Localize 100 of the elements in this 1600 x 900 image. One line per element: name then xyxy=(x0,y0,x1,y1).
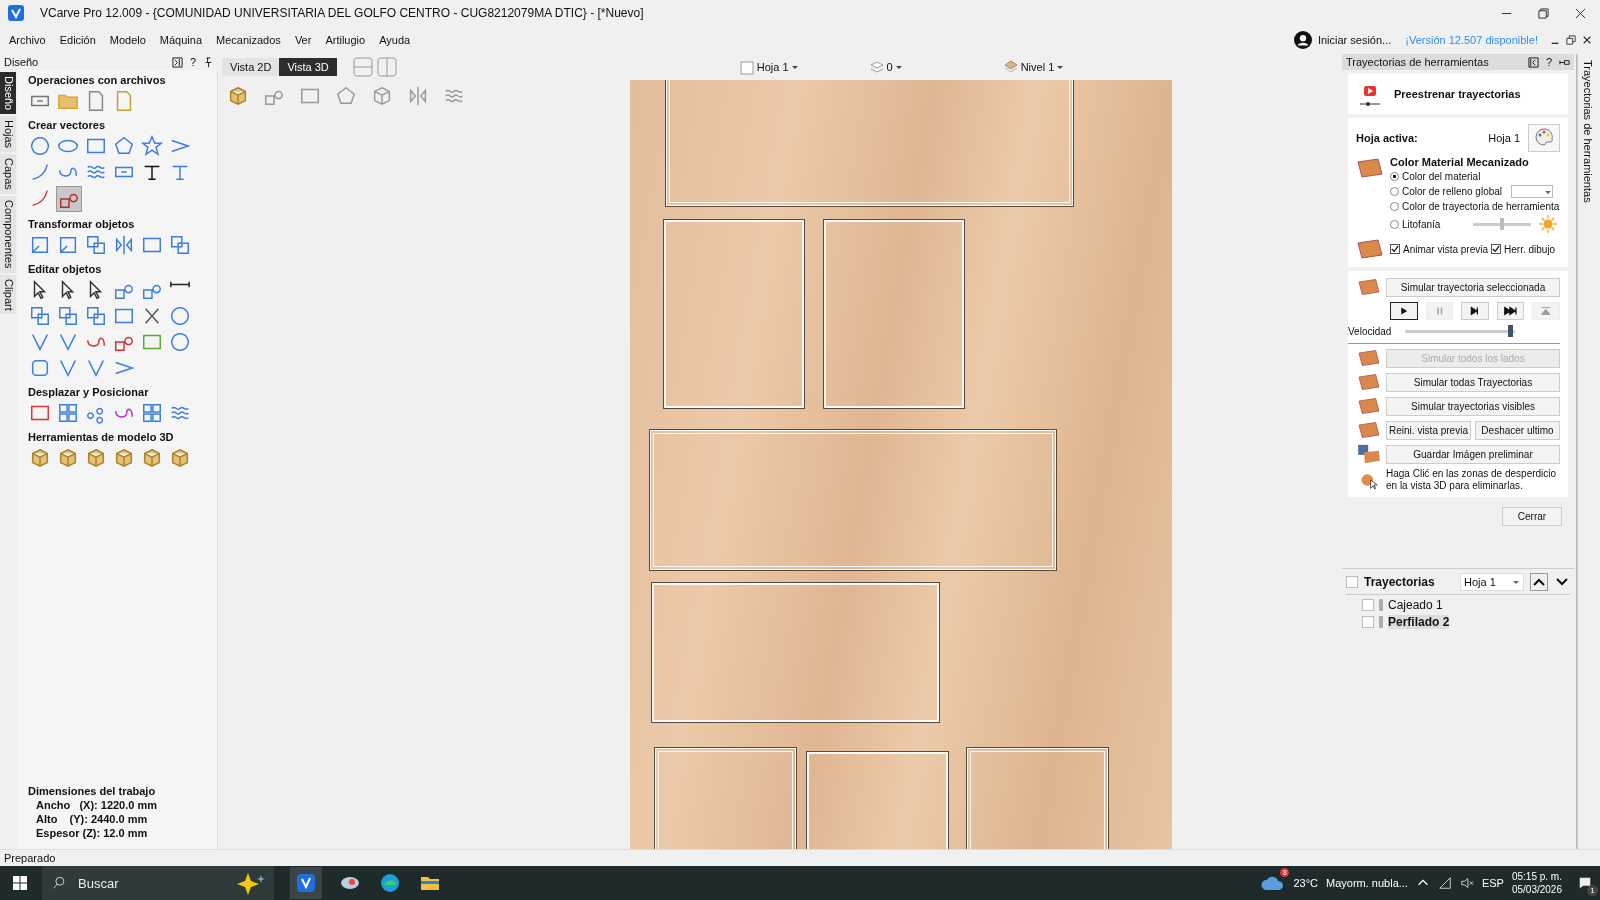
menu-item[interactable]: Archivo xyxy=(9,34,46,46)
checkbox[interactable] xyxy=(1362,599,1374,611)
pause-button[interactable] xyxy=(1425,302,1454,320)
checkbox[interactable] xyxy=(1390,244,1400,254)
menu-item[interactable]: Modelo xyxy=(109,34,146,46)
temperature[interactable]: 23°C xyxy=(1293,877,1318,889)
fill-color-dropdown[interactable] xyxy=(1511,185,1554,198)
vcarve-taskbar-icon[interactable] xyxy=(290,867,322,899)
restore-icon[interactable] xyxy=(1566,35,1576,45)
toolpath-item[interactable]: Cajeado 1 xyxy=(1388,598,1443,612)
simulate-button[interactable]: Simular trayectorias visibles xyxy=(1386,396,1560,416)
split-vertical-icon[interactable] xyxy=(376,57,397,77)
clock-date[interactable]: 05/03/2026 xyxy=(1511,884,1562,895)
array-icon[interactable] xyxy=(56,401,80,425)
checkmark-icon xyxy=(1391,245,1399,253)
close-icon[interactable] xyxy=(1582,35,1592,45)
menu-item[interactable]: Edición xyxy=(59,34,96,46)
sheet-icon xyxy=(738,59,755,75)
browser-taskbar-icon[interactable] xyxy=(378,871,402,895)
radio-button[interactable] xyxy=(1390,187,1399,196)
collapse-panel-icon[interactable] xyxy=(1527,56,1539,68)
close-button[interactable]: Cerrar xyxy=(1502,507,1562,526)
menu-item[interactable]: Ayuda xyxy=(379,34,411,46)
speed-slider-thumb[interactable] xyxy=(1508,325,1514,337)
caret-icon[interactable] xyxy=(894,63,903,71)
save-preview-button[interactable]: Guardar Imágen preliminar xyxy=(1386,444,1560,464)
side-tab[interactable]: Diseño xyxy=(0,72,16,115)
expand-panel-icon[interactable] xyxy=(171,56,183,68)
weld-icon[interactable] xyxy=(28,304,52,328)
checkbox[interactable] xyxy=(1491,244,1502,254)
menu-item[interactable]: Ver xyxy=(294,34,312,46)
preview-button[interactable]: Deshacer ultimo xyxy=(1475,420,1560,440)
toolpath-item[interactable]: Perfilado 2 xyxy=(1388,615,1450,629)
view-tab[interactable]: Vista 3D xyxy=(279,58,337,76)
sheet-dropdown[interactable]: Hoja 1 xyxy=(1460,573,1524,591)
split-horizontal-icon[interactable] xyxy=(352,57,373,77)
radio-label[interactable]: Color del material xyxy=(1402,171,1481,182)
help-button[interactable]: ? xyxy=(189,56,196,68)
material-icon xyxy=(1356,156,1384,180)
section-title: Operaciones con archivos xyxy=(28,74,167,86)
side-tab[interactable]: Trayectorias de herramientas xyxy=(1582,54,1594,203)
help-button[interactable]: ? xyxy=(1545,56,1552,68)
step-button[interactable] xyxy=(1461,302,1489,320)
section-title: Transformar objetos xyxy=(28,218,136,230)
active-sheet-name: Hoja 1 xyxy=(1488,132,1520,144)
checkbox[interactable] xyxy=(1346,576,1358,588)
slider-thumb[interactable] xyxy=(1500,218,1505,230)
subtract-icon[interactable] xyxy=(56,304,80,328)
radio-button[interactable] xyxy=(1390,172,1399,181)
view-tab[interactable]: Vista 2D xyxy=(222,58,280,76)
intersect-icon[interactable] xyxy=(84,304,108,328)
weather-text[interactable]: Mayorm. nubla... xyxy=(1326,877,1408,889)
radio-button[interactable] xyxy=(1390,202,1399,211)
sign-in-link[interactable]: Iniciar sesión... xyxy=(1317,34,1392,46)
side-tab[interactable]: Capas xyxy=(0,154,16,195)
side-tab[interactable]: Componentes xyxy=(0,196,16,273)
to-top-button[interactable] xyxy=(1532,302,1560,320)
checkbox[interactable] xyxy=(1362,616,1374,628)
sheet-dropdown[interactable]: Hoja 1 xyxy=(756,61,789,73)
restore-icon[interactable] xyxy=(1538,7,1549,19)
preview-button[interactable]: Reini. vista previa xyxy=(1386,420,1471,440)
radio-label[interactable]: Color de trayectoria de herramienta xyxy=(1402,201,1560,212)
move-up-button[interactable] xyxy=(1530,573,1548,591)
layers-icon xyxy=(868,59,885,75)
close-icon[interactable] xyxy=(1575,7,1586,19)
caret-icon[interactable] xyxy=(1056,63,1065,71)
taskbar-search-field[interactable]: Buscar xyxy=(42,866,274,900)
fast-forward-button[interactable] xyxy=(1496,302,1525,320)
radio-label[interactable]: Litofanía xyxy=(1402,218,1441,230)
notifications-icon[interactable] xyxy=(1578,876,1592,890)
palette-button[interactable] xyxy=(1528,124,1560,152)
menu-item[interactable]: Mecanizados xyxy=(216,34,281,46)
speed-label: Velocidad xyxy=(1348,325,1392,337)
star-icon[interactable] xyxy=(140,134,164,158)
menu-item[interactable]: Artilugio xyxy=(325,34,366,46)
panel-title: Trayectorias de herramientas xyxy=(1346,56,1489,68)
side-tab[interactable]: Clipart xyxy=(0,274,16,315)
radio-label[interactable]: Color de relleno global xyxy=(1402,186,1503,197)
play-button[interactable] xyxy=(1390,302,1418,320)
radio-button[interactable] xyxy=(1390,219,1399,229)
material-icon xyxy=(1356,396,1382,416)
job-dimension: Espesor (Z): 12.0 mm xyxy=(36,827,149,839)
speaker-muted-icon[interactable] xyxy=(1459,876,1474,890)
clock-time[interactable]: 05:15 p. m. xyxy=(1511,871,1562,882)
user-icon[interactable] xyxy=(1293,31,1312,49)
layer-dropdown[interactable]: 0 xyxy=(886,61,893,73)
caret-icon[interactable] xyxy=(790,63,799,71)
checkbox-label[interactable]: Animar vista previa xyxy=(1403,243,1489,255)
menu-item[interactable]: Máquina xyxy=(159,34,203,46)
level-dropdown[interactable]: Nivel 1 xyxy=(1020,61,1055,73)
simulate-button[interactable]: Simular todas Trayectorias xyxy=(1386,372,1560,392)
side-tab[interactable]: Hojas xyxy=(0,116,16,153)
network-icon[interactable] xyxy=(1437,876,1452,890)
circle-icon[interactable] xyxy=(28,134,52,158)
start-icon[interactable] xyxy=(12,875,28,891)
checkbox-label[interactable]: Herr. dibujo xyxy=(1504,243,1556,255)
section-title: Editar objetos xyxy=(28,263,103,275)
pin-icon[interactable] xyxy=(203,56,214,68)
simulate-selected-button[interactable]: Simular trayectoria seleccionada xyxy=(1386,277,1560,297)
language-indicator[interactable]: ESP xyxy=(1481,877,1504,889)
